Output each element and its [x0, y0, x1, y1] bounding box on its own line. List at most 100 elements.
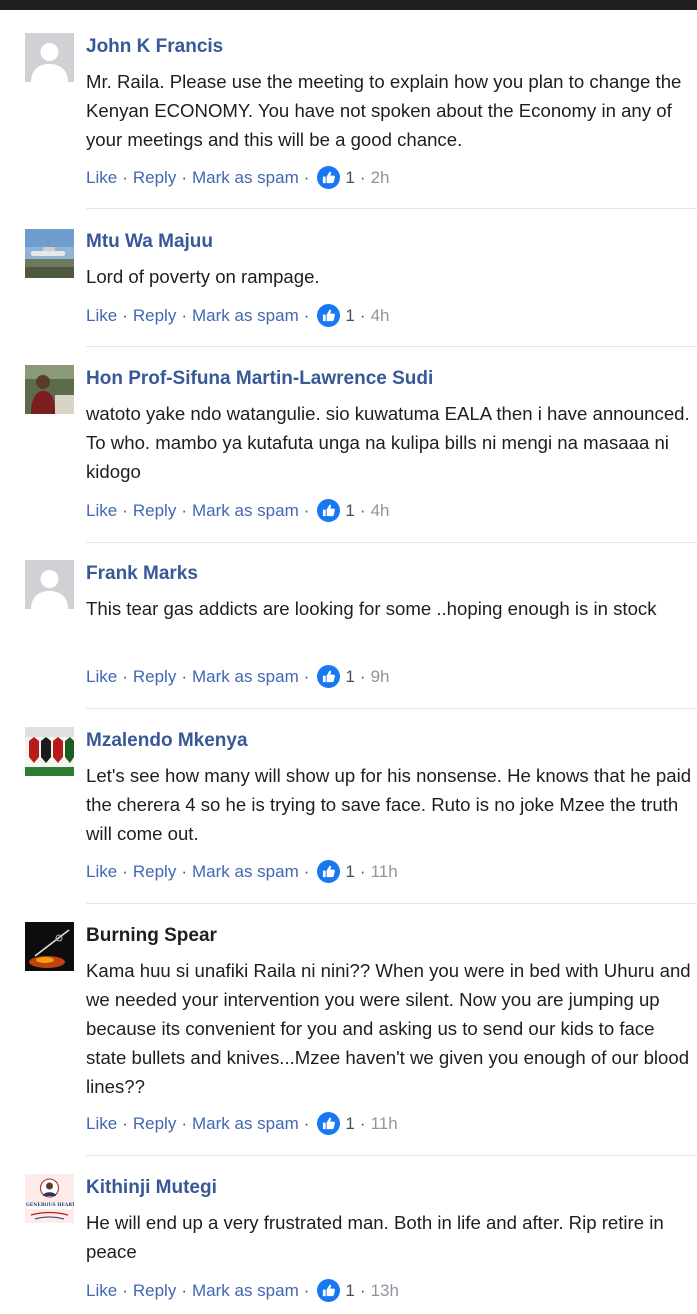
- timestamp[interactable]: 4h: [371, 306, 390, 326]
- reply-link[interactable]: Reply: [133, 168, 176, 188]
- like-link[interactable]: Like: [86, 168, 117, 188]
- separator: ·: [181, 1113, 187, 1133]
- separator: ·: [359, 1280, 366, 1300]
- like-link[interactable]: Like: [86, 1281, 117, 1301]
- comment-author[interactable]: Burning Spear: [86, 925, 217, 947]
- divider: [86, 346, 697, 347]
- separator: ·: [122, 861, 128, 881]
- avatar[interactable]: [25, 229, 74, 278]
- comment-text: watoto yake ndo watangulie. sio kuwatuma…: [86, 403, 690, 482]
- mark-spam-link[interactable]: Mark as spam: [192, 168, 299, 188]
- comment-actions: Like · Reply · Mark as spam · 1 · 2h: [86, 166, 389, 189]
- comment-author[interactable]: Kithinji Mutegi: [86, 1177, 217, 1199]
- mark-spam-link[interactable]: Mark as spam: [192, 1114, 299, 1134]
- comment-actions: Like · Reply · Mark as spam · 1 · 13h: [86, 1279, 399, 1302]
- top-status-bar: [0, 0, 697, 10]
- like-link[interactable]: Like: [86, 667, 117, 687]
- separator: ·: [303, 1113, 310, 1133]
- separator: ·: [303, 500, 310, 520]
- reply-link[interactable]: Reply: [133, 1114, 176, 1134]
- comment-text: This tear gas addicts are looking for so…: [86, 598, 657, 619]
- comment-author[interactable]: Hon Prof-Sifuna Martin-Lawrence Sudi: [86, 368, 433, 390]
- default-avatar-icon: [25, 33, 74, 82]
- separator: ·: [303, 666, 310, 686]
- separator: ·: [122, 1113, 128, 1133]
- like-count: 1: [345, 1280, 355, 1300]
- timestamp[interactable]: 11h: [371, 862, 398, 882]
- avatar-logo-text: GENEROUS HEART: [26, 1203, 74, 1208]
- timestamp[interactable]: 13h: [371, 1281, 399, 1301]
- comment-actions: Like · Reply · Mark as spam · 1 · 4h: [86, 499, 389, 522]
- like-link[interactable]: Like: [86, 862, 117, 882]
- reply-link[interactable]: Reply: [133, 667, 176, 687]
- mark-spam-link[interactable]: Mark as spam: [192, 667, 299, 687]
- thumbs-up-icon[interactable]: [317, 1112, 341, 1135]
- reply-link[interactable]: Reply: [133, 862, 176, 882]
- separator: ·: [181, 1280, 187, 1300]
- thumbs-up-icon[interactable]: [317, 665, 341, 688]
- person-photo-icon: [25, 365, 74, 414]
- comment-actions: Like · Reply · Mark as spam · 1 · 4h: [86, 304, 389, 327]
- avatar[interactable]: [25, 922, 74, 971]
- mark-spam-link[interactable]: Mark as spam: [192, 501, 299, 521]
- thumbs-up-icon[interactable]: [317, 304, 341, 327]
- mark-spam-link[interactable]: Mark as spam: [192, 862, 299, 882]
- generous-heart-logo-icon: [25, 1174, 74, 1223]
- timestamp[interactable]: 9h: [371, 667, 390, 687]
- separator: ·: [359, 666, 366, 686]
- divider: [86, 708, 697, 709]
- comment-actions: Like · Reply · Mark as spam · 1 · 9h: [86, 665, 389, 688]
- separator: ·: [303, 167, 310, 187]
- reply-link[interactable]: Reply: [133, 501, 176, 521]
- reply-link[interactable]: Reply: [133, 1281, 176, 1301]
- reply-link[interactable]: Reply: [133, 306, 176, 326]
- comment-text: Lord of poverty on rampage.: [86, 266, 320, 287]
- divider: [86, 542, 697, 543]
- timestamp[interactable]: 2h: [371, 168, 390, 188]
- comment-author[interactable]: Mtu Wa Majuu: [86, 231, 213, 253]
- avatar[interactable]: [25, 33, 74, 82]
- avatar[interactable]: [25, 727, 74, 776]
- comment-author[interactable]: Mzalendo Mkenya: [86, 730, 248, 752]
- like-link[interactable]: Like: [86, 1114, 117, 1134]
- mark-spam-link[interactable]: Mark as spam: [192, 306, 299, 326]
- avatar[interactable]: GENEROUS HEART: [25, 1174, 74, 1223]
- separator: ·: [359, 500, 366, 520]
- timestamp[interactable]: 4h: [371, 501, 390, 521]
- comment-author[interactable]: Frank Marks: [86, 563, 198, 585]
- like-count: 1: [345, 305, 355, 325]
- timestamp[interactable]: 11h: [371, 1114, 398, 1134]
- separator: ·: [181, 861, 187, 881]
- separator: ·: [122, 305, 128, 325]
- airplane-photo-icon: [25, 229, 74, 278]
- like-count: 1: [345, 861, 355, 881]
- thumbs-up-icon[interactable]: [317, 860, 341, 883]
- separator: ·: [181, 167, 187, 187]
- separator: ·: [181, 666, 187, 686]
- thumbs-up-icon[interactable]: [317, 1279, 341, 1302]
- like-count: 1: [345, 167, 355, 187]
- comment-author[interactable]: John K Francis: [86, 36, 223, 58]
- comment-text: He will end up a very frustrated man. Bo…: [86, 1212, 664, 1262]
- like-link[interactable]: Like: [86, 306, 117, 326]
- comment-actions: Like · Reply · Mark as spam · 1 · 11h: [86, 860, 398, 883]
- like-count: 1: [345, 1113, 355, 1133]
- separator: ·: [122, 1280, 128, 1300]
- like-count: 1: [345, 666, 355, 686]
- avatar[interactable]: [25, 365, 74, 414]
- like-count: 1: [345, 500, 355, 520]
- separator: ·: [359, 167, 366, 187]
- avatar[interactable]: [25, 560, 74, 609]
- default-avatar-icon: [25, 560, 74, 609]
- mark-spam-link[interactable]: Mark as spam: [192, 1281, 299, 1301]
- thumbs-up-icon[interactable]: [317, 166, 341, 189]
- separator: ·: [359, 305, 366, 325]
- separator: ·: [303, 1280, 310, 1300]
- shields-photo-icon: [25, 727, 74, 776]
- spear-photo-icon: [25, 922, 74, 971]
- separator: ·: [303, 305, 310, 325]
- separator: ·: [122, 500, 128, 520]
- thumbs-up-icon[interactable]: [317, 499, 341, 522]
- like-link[interactable]: Like: [86, 501, 117, 521]
- divider: [86, 903, 697, 904]
